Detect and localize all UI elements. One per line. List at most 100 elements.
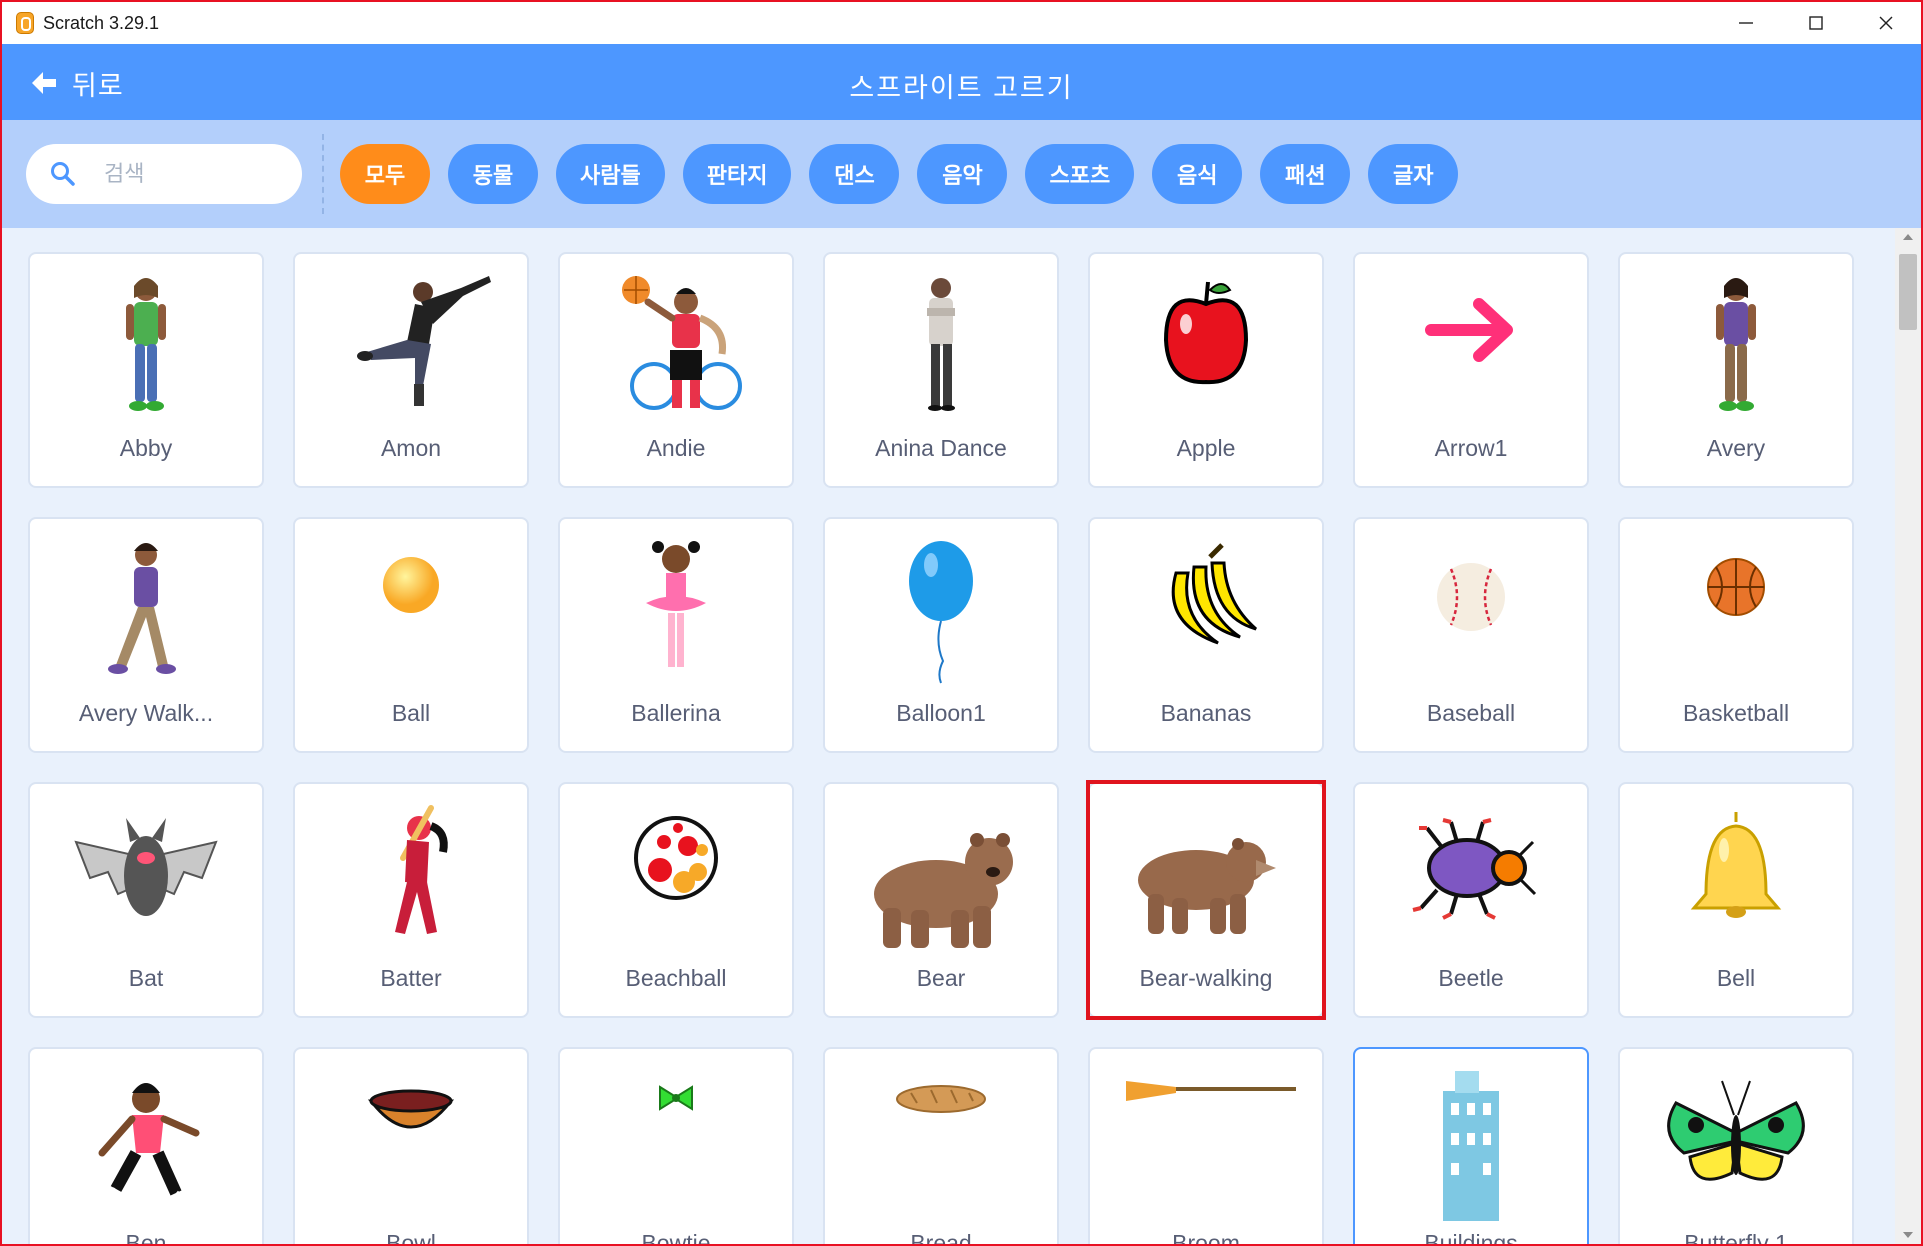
sprite-label: Ballerina — [631, 700, 721, 726]
amon-sprite-icon — [295, 268, 527, 428]
sprite-label: Abby — [119, 435, 173, 461]
sprite-card-balloon[interactable]: Balloon1 — [823, 517, 1059, 753]
tag-letters[interactable]: 글자 — [1368, 144, 1459, 204]
maximize-icon — [1809, 16, 1823, 30]
search-icon — [51, 162, 75, 186]
close-icon — [1879, 16, 1893, 30]
sprite-label: Bear — [916, 965, 966, 991]
sprite-label: Apple — [1176, 435, 1236, 461]
sprite-card-bear-walking[interactable]: Bear-walking — [1088, 782, 1324, 1018]
sprite-label: Bowtie — [641, 1230, 711, 1244]
sprite-label: Bowl — [386, 1230, 436, 1244]
sprite-label: Avery — [1706, 435, 1766, 461]
sprite-label: Batter — [380, 965, 442, 991]
search-input[interactable] — [102, 160, 276, 188]
minimize-button[interactable] — [1711, 2, 1781, 44]
sprite-label: Beachball — [625, 965, 727, 991]
sprite-card-bat[interactable]: Bat — [28, 782, 264, 1018]
sprite-card-abby[interactable]: Abby — [28, 252, 264, 488]
close-button[interactable] — [1851, 2, 1921, 44]
ballerina-sprite-icon — [560, 533, 792, 693]
bear-walking-sprite-icon — [1090, 798, 1322, 958]
tag-food[interactable]: 음식 — [1152, 144, 1243, 204]
sprite-card-bread[interactable]: Bread — [823, 1047, 1059, 1244]
tag-all[interactable]: 모두 — [340, 144, 430, 204]
maximize-button[interactable] — [1781, 2, 1851, 44]
sprite-card-batter[interactable]: Batter — [293, 782, 529, 1018]
search-box[interactable] — [26, 144, 302, 204]
ben-sprite-icon — [30, 1063, 262, 1223]
sprite-label: Buildings — [1424, 1230, 1518, 1244]
scroll-thumb[interactable] — [1899, 254, 1917, 330]
bowtie-sprite-icon — [560, 1063, 792, 1223]
sprite-card-ball[interactable]: Ball — [293, 517, 529, 753]
bowl-sprite-icon — [295, 1063, 527, 1223]
library-header: 뒤로 스프라이트 고르기 — [2, 44, 1921, 120]
sprite-card-ballerina[interactable]: Ballerina — [558, 517, 794, 753]
beetle-sprite-icon — [1355, 798, 1587, 958]
vertical-scrollbar[interactable] — [1895, 228, 1921, 1244]
tag-music[interactable]: 음악 — [917, 144, 1008, 204]
tag-animals[interactable]: 동물 — [448, 144, 538, 204]
filter-bar: 모두 동물 사람들 판타지 댄스 음악 스포츠 음식 패션 글자 — [2, 120, 1921, 228]
sprite-card-amon[interactable]: Amon — [293, 252, 529, 488]
sprite-label: Arrow1 — [1434, 435, 1508, 461]
sprite-card-basketball[interactable]: Basketball — [1618, 517, 1854, 753]
sprite-card-bell[interactable]: Bell — [1618, 782, 1854, 1018]
sprite-label: Ball — [391, 700, 431, 726]
apple-sprite-icon — [1090, 268, 1322, 428]
tag-fantasy[interactable]: 판타지 — [682, 144, 792, 204]
scroll-down-arrow-icon[interactable] — [1903, 1232, 1913, 1238]
sprite-card-buildings[interactable]: Buildings — [1353, 1047, 1589, 1244]
andie-sprite-icon — [560, 268, 792, 428]
sprite-label: Broom — [1172, 1230, 1240, 1244]
sprite-label: Andie — [646, 435, 706, 461]
balloon-sprite-icon — [825, 533, 1057, 693]
sprite-card-ben[interactable]: Ben — [28, 1047, 264, 1244]
batter-sprite-icon — [295, 798, 527, 958]
title-bar: Scratch 3.29.1 — [2, 2, 1921, 44]
scroll-up-arrow-icon[interactable] — [1903, 234, 1913, 240]
sprite-card-anina-dance[interactable]: Anina Dance — [823, 252, 1059, 488]
tag-people[interactable]: 사람들 — [556, 144, 665, 204]
sprite-card-beetle[interactable]: Beetle — [1353, 782, 1589, 1018]
category-tags: 모두 동물 사람들 판타지 댄스 음악 스포츠 음식 패션 글자 — [340, 144, 1459, 204]
bat-sprite-icon — [30, 798, 262, 958]
buildings-sprite-icon — [1355, 1063, 1587, 1223]
sprite-label: Bread — [910, 1230, 972, 1244]
anina-dance-sprite-icon — [825, 268, 1057, 428]
sprite-card-apple[interactable]: Apple — [1088, 252, 1324, 488]
tag-sports[interactable]: 스포츠 — [1025, 144, 1135, 204]
bell-sprite-icon — [1620, 798, 1852, 958]
sprite-label: Balloon1 — [896, 700, 986, 726]
tag-dance[interactable]: 댄스 — [809, 144, 900, 204]
tag-fashion[interactable]: 패션 — [1260, 144, 1351, 204]
window-controls — [1711, 2, 1921, 44]
sprite-label: Anina Dance — [875, 435, 1007, 461]
sprite-label: Basketball — [1682, 700, 1790, 726]
page-title: 스프라이트 고르기 — [849, 73, 1074, 103]
avery-walking-sprite-icon — [30, 533, 262, 693]
sprite-label: Amon — [380, 435, 442, 461]
bananas-sprite-icon — [1090, 533, 1322, 693]
sprite-label: Baseball — [1426, 700, 1516, 726]
butterfly-sprite-icon — [1620, 1063, 1852, 1223]
sprite-card-bowl[interactable]: Bowl — [293, 1047, 529, 1244]
sprite-label: Bat — [128, 965, 164, 991]
sprite-card-avery-walking[interactable]: Avery Walk... — [28, 517, 264, 753]
baseball-sprite-icon — [1355, 533, 1587, 693]
sprite-card-andie[interactable]: Andie — [558, 252, 794, 488]
sprite-card-arrow[interactable]: Arrow1 — [1353, 252, 1589, 488]
sprite-card-bananas[interactable]: Bananas — [1088, 517, 1324, 753]
sprite-card-broom[interactable]: Broom — [1088, 1047, 1324, 1244]
avery-sprite-icon — [1620, 268, 1852, 428]
sprite-card-avery[interactable]: Avery — [1618, 252, 1854, 488]
sprite-card-beachball[interactable]: Beachball — [558, 782, 794, 1018]
sprite-card-baseball[interactable]: Baseball — [1353, 517, 1589, 753]
sprite-card-bear[interactable]: Bear — [823, 782, 1059, 1018]
bread-sprite-icon — [825, 1063, 1057, 1223]
sprite-label: Avery Walk... — [78, 700, 214, 726]
arrow-sprite-icon — [1355, 268, 1587, 428]
sprite-card-bowtie[interactable]: Bowtie — [558, 1047, 794, 1244]
sprite-card-butterfly[interactable]: Butterfly 1 — [1618, 1047, 1854, 1244]
